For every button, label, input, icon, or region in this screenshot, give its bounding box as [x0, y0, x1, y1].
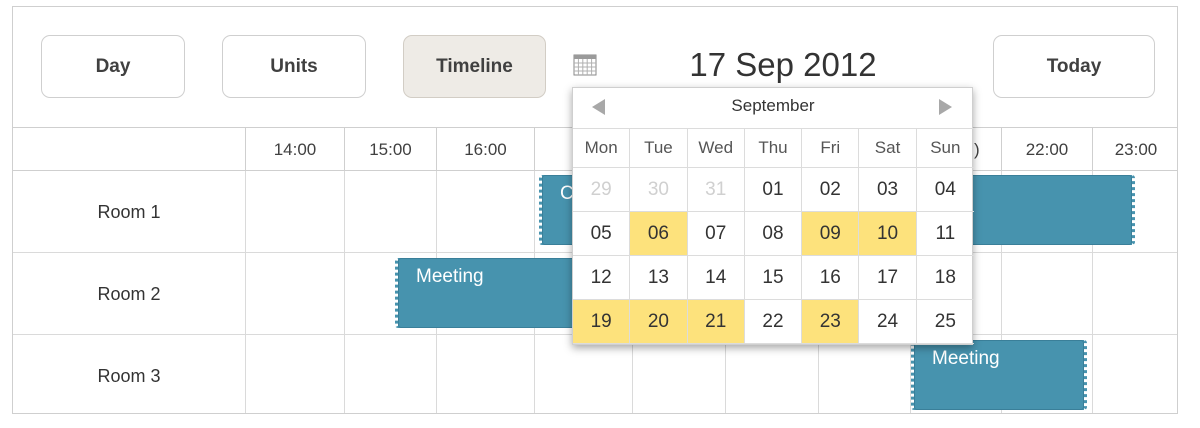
day-name: Mon	[573, 128, 631, 168]
calendar-icon[interactable]	[573, 53, 597, 77]
day-cell-event[interactable]: 10	[859, 212, 917, 256]
day-names-row: Mon Tue Wed Thu Fri Sat Sun	[573, 128, 974, 168]
day-cell[interactable]: 31	[687, 168, 745, 212]
hour-fragment: )	[974, 140, 980, 159]
day-name: Sat	[859, 128, 917, 168]
mini-calendar-grid: Mon Tue Wed Thu Fri Sat Sun 29 30 31 01 …	[573, 128, 974, 344]
week-row: 05 06 07 08 09 10 11	[573, 212, 974, 256]
triangle-left-icon[interactable]	[589, 97, 609, 117]
day-name: Tue	[630, 128, 688, 168]
day-cell[interactable]: 01	[744, 168, 803, 212]
day-cell[interactable]: 05	[573, 212, 631, 256]
week-row: 19 20 21 22 23 24 25	[573, 300, 974, 344]
hour-cell: 16:00	[436, 128, 534, 171]
day-cell[interactable]: 13	[630, 256, 688, 300]
day-cell[interactable]: 04	[916, 168, 974, 212]
day-tab-button[interactable]: Day	[41, 35, 185, 98]
event-block[interactable]: Meeting	[911, 340, 1087, 410]
day-name: Fri	[802, 128, 860, 168]
day-cell[interactable]: 25	[916, 300, 974, 344]
grid-line	[245, 171, 246, 413]
event-text: Meeting	[416, 266, 484, 287]
timeline-tab-button[interactable]: Timeline	[403, 35, 546, 98]
day-cell-event[interactable]: 23	[802, 300, 860, 344]
day-name: Wed	[687, 128, 745, 168]
day-name: Sun	[916, 128, 974, 168]
hour-cell: 15:00	[344, 128, 436, 171]
day-name: Thu	[744, 128, 803, 168]
day-cell-event[interactable]: 20	[630, 300, 688, 344]
day-cell[interactable]: 08	[744, 212, 803, 256]
day-cell[interactable]: 07	[687, 212, 745, 256]
day-cell[interactable]: 18	[916, 256, 974, 300]
day-cell[interactable]: 15	[744, 256, 803, 300]
day-cell[interactable]: 16	[802, 256, 860, 300]
room-label: Room 3	[97, 365, 161, 386]
triangle-right-icon[interactable]	[935, 97, 955, 117]
event-text: Meeting	[932, 348, 1000, 369]
hour-cell: 23:00	[1092, 128, 1177, 171]
mini-calendar-popup[interactable]: September Mon Tue Wed Thu Fri Sat Sun 29…	[572, 87, 974, 345]
day-cell[interactable]: 14	[687, 256, 745, 300]
day-cell-event[interactable]: 19	[573, 300, 631, 344]
day-cell-event[interactable]: 09	[802, 212, 860, 256]
day-cell-event[interactable]: 06	[630, 212, 688, 256]
day-cell[interactable]: 29	[573, 168, 631, 212]
day-cell[interactable]: 02	[802, 168, 860, 212]
day-cell[interactable]: 24	[859, 300, 917, 344]
day-cell[interactable]: 11	[916, 212, 974, 256]
week-row: 12 13 14 15 16 17 18	[573, 256, 974, 300]
current-date-title: 17 Sep 2012	[689, 46, 877, 83]
day-cell[interactable]: 03	[859, 168, 917, 212]
room-label: Room 2	[97, 283, 161, 304]
mini-calendar-header: September	[573, 88, 974, 126]
units-tab-button[interactable]: Units	[222, 35, 366, 98]
hour-cell: 22:00	[1001, 128, 1092, 171]
event-block[interactable]: Meeting	[395, 258, 595, 328]
day-cell[interactable]: 12	[573, 256, 631, 300]
week-row: 29 30 31 01 02 03 04	[573, 168, 974, 212]
today-button[interactable]: Today	[993, 35, 1155, 98]
day-cell[interactable]: 30	[630, 168, 688, 212]
grid-line	[344, 171, 345, 413]
day-cell[interactable]: 22	[744, 300, 803, 344]
hour-cell: 14:00	[245, 128, 344, 171]
day-cell[interactable]: 17	[859, 256, 917, 300]
room-label: Room 1	[97, 201, 161, 222]
day-cell-event[interactable]: 21	[687, 300, 745, 344]
mini-calendar-month: September	[731, 96, 815, 115]
